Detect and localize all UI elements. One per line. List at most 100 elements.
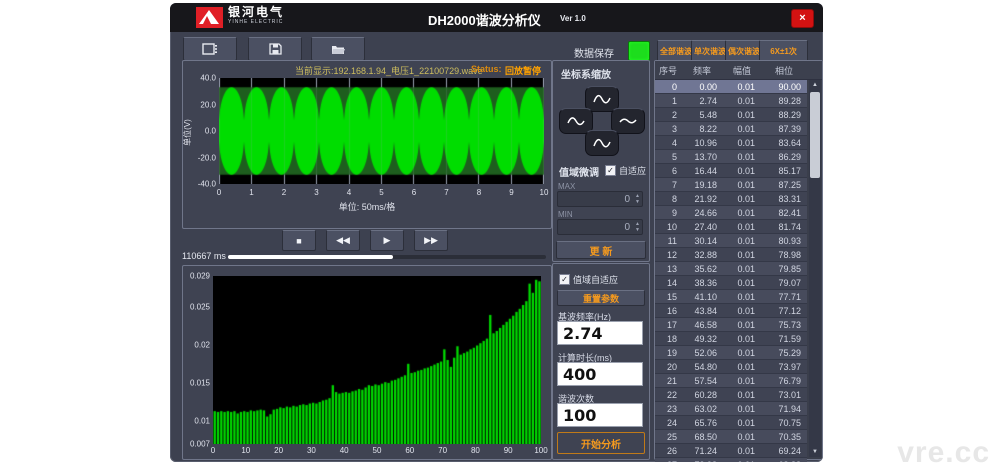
zoom-right-button[interactable]: [611, 108, 645, 134]
display-button[interactable]: [183, 37, 237, 61]
table-cell: 0.01: [723, 166, 761, 176]
filter-all-harmonics-button[interactable]: 全部谐波: [657, 40, 695, 62]
waveform-panel: 当前显示:192.168.1.94_电压1_22100729.wave Stat…: [182, 60, 552, 229]
header-phase: 相位: [761, 64, 807, 77]
table-cell: 3: [655, 124, 681, 134]
table-row[interactable]: 12.740.0189.28: [655, 94, 807, 108]
table-cell: 0.01: [723, 418, 761, 428]
filter-odd-harmonics-button[interactable]: 单次谐波: [691, 40, 729, 62]
table-row[interactable]: 1746.580.0175.73: [655, 318, 807, 332]
elapsed-time: 110667 ms: [182, 251, 226, 261]
filter-even-harmonics-button[interactable]: 偶次谐波: [725, 40, 763, 62]
table-row[interactable]: 1541.100.0177.71: [655, 290, 807, 304]
table-cell: 87.39: [761, 124, 807, 134]
table-row[interactable]: 924.660.0182.41: [655, 206, 807, 220]
open-file-button[interactable]: [311, 37, 365, 61]
table-cell: 83.64: [761, 138, 807, 148]
range-adaptive-checkbox[interactable]: ✓ 值域自适应: [559, 273, 618, 286]
max-label: MAX: [558, 182, 575, 191]
table-cell: 73.01: [761, 390, 807, 400]
stop-button[interactable]: ■: [282, 230, 316, 251]
table-cell: 76.79: [761, 376, 807, 386]
min-input[interactable]: 0 ▲▼: [557, 219, 643, 235]
table-cell: 10: [655, 222, 681, 232]
table-row[interactable]: 719.180.0187.25: [655, 178, 807, 192]
table-cell: 0.01: [723, 138, 761, 148]
table-cell: 24.66: [681, 208, 723, 218]
scroll-up-icon[interactable]: ▲: [809, 80, 821, 90]
table-cell: 9: [655, 208, 681, 218]
table-cell: 79.85: [761, 264, 807, 274]
table-row[interactable]: 1438.360.0179.07: [655, 276, 807, 290]
spectrum-y-ticks: 0.0290.0250.020.0150.010.007: [183, 276, 210, 444]
table-row[interactable]: 513.700.0186.29: [655, 150, 807, 164]
zoom-down-button[interactable]: [585, 130, 619, 156]
table-row[interactable]: 00.000.0190.00: [655, 80, 807, 94]
table-scrollbar[interactable]: ▲ ▼: [809, 80, 821, 457]
adaptive-checkbox[interactable]: ✓ 自适应: [605, 164, 646, 177]
max-spinner[interactable]: ▲▼: [635, 193, 640, 205]
table-cell: 7: [655, 180, 681, 190]
min-spinner[interactable]: ▲▼: [635, 221, 640, 233]
range-adaptive-label: 值域自适应: [573, 273, 618, 286]
table-row[interactable]: 1130.140.0180.93: [655, 234, 807, 248]
table-row[interactable]: 1027.400.0181.74: [655, 220, 807, 234]
min-label: MIN: [558, 210, 573, 219]
fast-forward-button[interactable]: ▶▶: [414, 230, 448, 251]
table-row[interactable]: 2465.760.0170.75: [655, 416, 807, 430]
table-row[interactable]: 410.960.0183.64: [655, 136, 807, 150]
scroll-down-icon[interactable]: ▼: [809, 447, 821, 457]
table-row[interactable]: 1849.320.0171.59: [655, 332, 807, 346]
table-row[interactable]: 821.920.0183.31: [655, 192, 807, 206]
table-row[interactable]: 2363.020.0171.94: [655, 402, 807, 416]
save-button[interactable]: [248, 37, 302, 61]
table-cell: 83.31: [761, 194, 807, 204]
start-analysis-button[interactable]: 开始分析: [557, 432, 645, 454]
table-row[interactable]: 25.480.0188.29: [655, 108, 807, 122]
max-input[interactable]: 0 ▲▼: [557, 191, 643, 207]
table-cell: 13: [655, 264, 681, 274]
save-icon: [269, 43, 282, 55]
close-button[interactable]: ×: [791, 9, 814, 28]
table-cell: 0.01: [723, 110, 761, 120]
table-cell: 16: [655, 306, 681, 316]
data-save-indicator-led[interactable]: [628, 41, 650, 61]
table-row[interactable]: 1952.060.0175.29: [655, 346, 807, 360]
harmonic-table-panel: 序号 频率 幅值 相位 00.000.0190.0012.740.0189.28…: [654, 60, 823, 460]
table-row[interactable]: 2568.500.0170.35: [655, 430, 807, 444]
update-button[interactable]: 更 新: [556, 241, 646, 259]
table-cell: 23: [655, 404, 681, 414]
sine-up-icon: [593, 94, 611, 104]
scrollbar-thumb[interactable]: [810, 92, 820, 178]
fast-forward-icon: ▶▶: [424, 235, 438, 246]
table-row[interactable]: 2671.240.0169.24: [655, 444, 807, 458]
table-row[interactable]: 38.220.0187.39: [655, 122, 807, 136]
axis-tick: 80: [471, 446, 480, 455]
table-row[interactable]: 2157.540.0176.79: [655, 374, 807, 388]
axis-tick: 100: [534, 446, 547, 455]
table-row[interactable]: 1335.620.0179.85: [655, 262, 807, 276]
table-row[interactable]: 1643.840.0177.12: [655, 304, 807, 318]
table-cell: 11: [655, 236, 681, 246]
table-row[interactable]: 2054.800.0173.97: [655, 360, 807, 374]
table-row[interactable]: 616.440.0185.17: [655, 164, 807, 178]
table-row[interactable]: 1232.880.0178.98: [655, 248, 807, 262]
play-button[interactable]: ▶: [370, 230, 404, 251]
reset-params-button[interactable]: 重置参数: [557, 290, 645, 306]
table-row[interactable]: 2260.280.0173.01: [655, 388, 807, 402]
harmonic-order-input[interactable]: 100: [557, 403, 643, 427]
spinner-down-icon[interactable]: ▼: [635, 227, 640, 233]
table-cell: 54.80: [681, 362, 723, 372]
table-cell: 73.98: [681, 460, 723, 463]
table-cell: 77.71: [761, 292, 807, 302]
table-cell: 90.00: [761, 82, 807, 92]
playback-progress-track[interactable]: [228, 255, 546, 259]
filter-6x1-button[interactable]: 6X±1次: [759, 40, 808, 62]
fundamental-freq-input[interactable]: 2.74: [557, 321, 643, 345]
axis-tick: 2: [282, 188, 286, 197]
adaptive-checkbox-label: 自适应: [619, 164, 646, 177]
spinner-down-icon[interactable]: ▼: [635, 199, 640, 205]
table-row[interactable]: 2773.980.0168.88: [655, 458, 807, 462]
rewind-button[interactable]: ◀◀: [326, 230, 360, 251]
calc-duration-input[interactable]: 400: [557, 362, 643, 386]
